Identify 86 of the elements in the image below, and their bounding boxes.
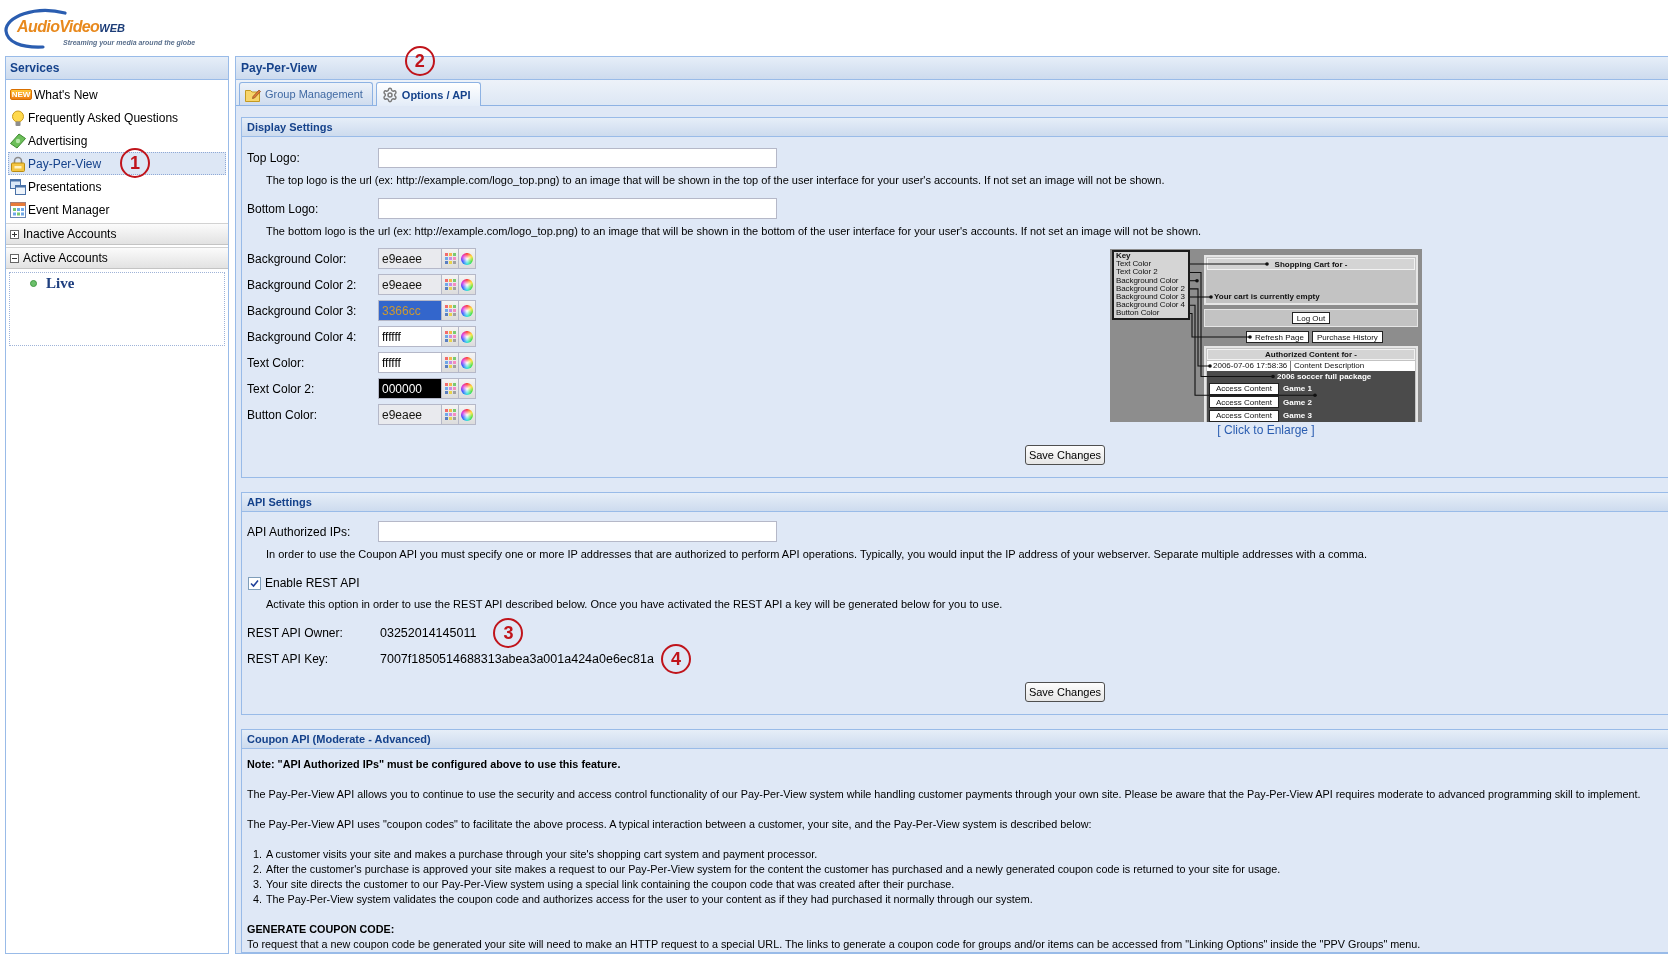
sidebar-item[interactable]: NEW What's New [8, 83, 226, 106]
field-label: Background Color 4: [247, 329, 358, 344]
field-label: Background Color: [247, 251, 348, 266]
game-label: Game 3 [1283, 411, 1312, 420]
game-label: Game 1 [1283, 384, 1312, 393]
annotation-marker: 4 [660, 644, 691, 674]
section-heading: GENERATE COUPON CODE: [247, 922, 396, 937]
note-text: Note: "API Authorized IPs" must be configured above to use this feature. [247, 757, 622, 772]
sidebar-title: Services [6, 57, 228, 80]
access-button: Access Content [1209, 382, 1279, 395]
list-item: 2. After the customer's purchase is approved your site makes a request to our Pay-Per-View system for the content the customer has purchased and a newly generated coupon code is returned to your site for usage. [252, 862, 1282, 877]
paragraph: The Pay-Per-View API allows you to continue to use the security and access control functionality of our Pay-Per-View system while handling customer payments through your own site. Please be aware that the Pay-Per-View API requires moderate to advanced programming skill to implement. [247, 787, 1642, 802]
header-cell-text: Content Description [1293, 361, 1366, 371]
sidebar-item[interactable]: Presentations [8, 175, 226, 198]
key-label: Button Color [1116, 309, 1161, 318]
cart-title: Shopping Cart for - [1207, 258, 1415, 270]
preview-screenshot[interactable] [1110, 249, 1422, 422]
section-header[interactable]: Active Accounts [6, 247, 228, 269]
new-badge: NEW [10, 89, 32, 100]
lightbulb-icon [10, 109, 26, 126]
checkbox[interactable] [248, 576, 261, 590]
checkmark-icon [250, 578, 259, 588]
preview-button: Purchase History [1311, 331, 1383, 343]
field-label: REST API Owner: [247, 626, 344, 640]
section-header[interactable]: Inactive Accounts [6, 223, 228, 245]
list-item: 4. The Pay-Per-View system validates the coupon code and authorizes access for the user to your content as if they had purchased it normally through our system. [252, 892, 1034, 907]
help-text: The top logo is the url (ex: http://example.com/logo_top.png) to an image that will be shown in the top of the user interface for your user's accounts. If not set an image will not be shown. [265, 173, 1166, 187]
text-field[interactable] [378, 198, 777, 219]
package-title: 2006 soccer full package [1276, 372, 1373, 381]
list-item: 3. Your site directs the customer to our Pay-Per-View system using a special link containing the coupon code that was created after their purchase. [252, 877, 956, 892]
access-button: Access Content [1209, 409, 1279, 422]
cart-message: Your cart is currently empty [1213, 293, 1321, 302]
logout-button: Log Out [1291, 312, 1331, 324]
api-key-value: 7007f1850514688313abea3a001a424a0e6ec81a [380, 652, 654, 666]
calendar-icon [10, 201, 26, 218]
key-label: Text Color 2 [1116, 268, 1159, 277]
annotation-marker: 3 [493, 618, 524, 648]
banknote-icon [10, 132, 26, 149]
checkbox-label: Enable REST API [265, 576, 360, 590]
content-title: Authorized Content for - [1207, 349, 1415, 360]
paragraph: To request that a new coupon code be generated your site will need to make an HTTP request to a special URL. The links to generate a coupon code for groups and/or items can be accessed from "Linking Options" inside the "PPV Groups" menu. [247, 937, 1422, 952]
field-label: Text Color 2: [247, 381, 316, 396]
field-label: Text Color: [247, 355, 306, 370]
enlarge-link[interactable]: [ Click to Enlarge ] [1217, 423, 1315, 437]
annotation-marker: 2 [404, 46, 435, 76]
save-button[interactable]: Save Changes [1025, 445, 1105, 465]
sidebar-item[interactable]: Frequently Asked Questions [8, 106, 226, 129]
panel-title: Coupon API (Moderate - Advanced) [242, 730, 1668, 749]
gear-icon [381, 86, 398, 103]
list-item: 1. A customer visits your site and makes a purchase through your site's shopping cart system and payment processor. [252, 847, 819, 862]
tab[interactable]: Options / API [375, 82, 481, 106]
panel-title: API Settings [242, 493, 1668, 512]
key-label: Text Color [1116, 260, 1152, 269]
help-text: Activate this option in order to use the REST API described below. Once you have activated the REST API a key will be generated below for you to use. [265, 597, 1004, 611]
field-label: Background Color 2: [247, 277, 358, 292]
help-text: The bottom logo is the url (ex: http://example.com/logo_top.png) to an image that will be shown in the bottom of the user interface for your user's accounts. If not set an image will not be shown. [265, 224, 1203, 238]
logo-wordmark: AudioVideoWEB [17, 18, 126, 37]
field-label: Button Color: [247, 407, 319, 422]
field-label: API Authorized IPs: [247, 524, 352, 539]
annotation-marker: 1 [120, 148, 150, 178]
sidebar-item[interactable]: Event Manager [8, 198, 226, 221]
game-label: Game 2 [1283, 397, 1312, 407]
key-label: Background Color 4 [1116, 301, 1186, 310]
panel-title: Pay-Per-View [241, 61, 317, 75]
key-label: Background Color 2 [1116, 284, 1186, 293]
field-label: Bottom Logo: [247, 201, 320, 216]
field-label: REST API Key: [247, 652, 330, 666]
save-button[interactable]: Save Changes [1025, 682, 1105, 702]
help-text: In order to use the Coupon API you must specify one or more IP addresses that are authorized to perform API operations. Typically, you would input the IP address of your webserver. Separate multiple addresses with a comma. [265, 547, 1368, 561]
tree-item[interactable]: Live [30, 274, 224, 292]
tab[interactable]: Group Management [239, 82, 373, 105]
windows-icon [10, 178, 26, 195]
field-label: Background Color 3: [247, 303, 358, 318]
preview-button: Refresh Page [1246, 331, 1309, 343]
panel-title: Display Settings [242, 118, 1668, 137]
field-label: Top Logo: [247, 151, 301, 165]
paragraph: The Pay-Per-View API uses "coupon codes" to facilitate the above process. A typical interaction between a customer, your site, and the Pay-Per-View system is described below: [247, 817, 1093, 832]
padlock-icon [10, 155, 26, 172]
text-field[interactable] [378, 521, 777, 542]
key-label: Background Color [1116, 276, 1180, 285]
status-dot-icon [30, 279, 37, 287]
owner-value: 03252014145011 [380, 626, 477, 640]
key-label: Background Color 3 [1116, 293, 1186, 301]
access-button: Access Content [1209, 396, 1279, 408]
text-field[interactable] [378, 148, 777, 168]
key-title: Key [1116, 252, 1132, 260]
